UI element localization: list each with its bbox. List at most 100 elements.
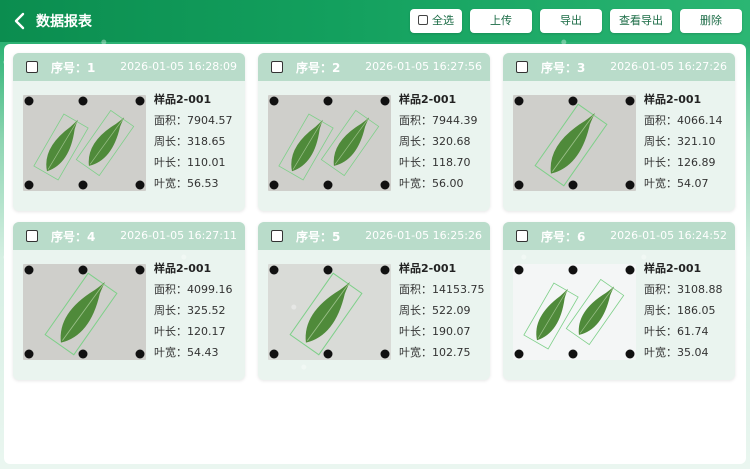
length-row: 叶长：126.89 [644,156,716,169]
length-row: 叶长：190.07 [399,325,471,338]
back-icon[interactable] [10,11,30,31]
sample-name: 样品2-001 [644,93,702,106]
card-header: 序号：4 2026-01-05 16:27:11 [13,222,245,250]
select-all-button[interactable]: 全选 [410,9,462,33]
length-row: 叶长：120.17 [154,325,226,338]
marker-dot [514,180,524,190]
marker-dot [323,96,333,106]
card-header: 序号：1 2026-01-05 16:28:09 [13,53,245,81]
marker-dot [24,180,34,190]
width-row: 叶宽：102.75 [399,346,471,359]
marker-dot [135,180,145,190]
record-seq: 序号：6 [541,230,586,244]
leaf-shape [75,109,135,177]
leaf-photo [24,96,145,190]
marker-dot [514,96,524,106]
leaf-shape [565,278,625,346]
leaf-thumbnail[interactable] [513,95,636,191]
leaf-photo [269,265,390,359]
checkbox-icon [418,15,428,25]
record-info: 样品2-001 面积：4066.14 周长：321.10 叶长：126.89 叶… [644,93,723,198]
record-checkbox[interactable] [516,230,528,242]
record-timestamp: 2026-01-05 16:25:26 [365,229,482,242]
select-all-label: 全选 [432,14,454,27]
record-info: 样品2-001 面积：14153.75 周长：522.09 叶长：190.07 … [399,262,485,367]
record-info: 样品2-001 面积：4099.16 周长：325.52 叶长：120.17 叶… [154,262,233,367]
leaf-shape [320,109,380,177]
leaf-thumbnail[interactable] [23,95,146,191]
length-row: 叶长：110.01 [154,156,226,169]
top-bar: 数据报表 全选 上传 导出 查看导出 删除 [0,0,750,42]
record-timestamp: 2026-01-05 16:27:26 [610,60,727,73]
sample-name: 样品2-001 [644,262,702,275]
marker-dot [380,180,390,190]
card-header: 序号：3 2026-01-05 16:27:26 [503,53,735,81]
leaf-thumbnail[interactable] [513,264,636,360]
record-timestamp: 2026-01-05 16:27:56 [365,60,482,73]
record-info: 样品2-001 面积：7904.57 周长：318.65 叶长：110.01 叶… [154,93,233,198]
width-row: 叶宽：56.53 [154,177,219,190]
record-timestamp: 2026-01-05 16:28:09 [120,60,237,73]
area-row: 面积：3108.88 [644,283,723,296]
marker-dot [323,180,333,190]
record-card[interactable]: 序号：3 2026-01-05 16:27:26 样品2-001 面积：4066… [503,53,735,211]
marker-dot [514,265,524,275]
records-panel: 序号：1 2026-01-05 16:28:09 样品2-001 面积：7904… [4,44,746,464]
leaf-photo [269,96,390,190]
marker-dot [135,96,145,106]
marker-dot [78,96,88,106]
leaf-shape [33,113,89,181]
upload-button[interactable]: 上传 [470,9,532,33]
record-card[interactable]: 序号：1 2026-01-05 16:28:09 样品2-001 面积：7904… [13,53,245,211]
area-row: 面积：4099.16 [154,283,233,296]
record-checkbox[interactable] [516,61,528,73]
record-info: 样品2-001 面积：7944.39 周长：320.68 叶长：118.70 叶… [399,93,478,198]
leaf-shape [534,103,608,187]
marker-dot [625,265,635,275]
area-row: 面积：7904.57 [154,114,233,127]
record-checkbox[interactable] [26,61,38,73]
record-timestamp: 2026-01-05 16:27:11 [120,229,237,242]
marker-dot [24,349,34,359]
leaf-thumbnail[interactable] [268,95,391,191]
leaf-photo [514,96,635,190]
marker-dot [568,96,578,106]
marker-dot [380,265,390,275]
record-card[interactable]: 序号：2 2026-01-05 16:27:56 样品2-001 面积：7944… [258,53,490,211]
record-card[interactable]: 序号：4 2026-01-05 16:27:11 样品2-001 面积：4099… [13,222,245,380]
marker-dot [625,180,635,190]
marker-dot [568,265,578,275]
record-checkbox[interactable] [271,230,283,242]
record-card[interactable]: 序号：6 2026-01-05 16:24:52 样品2-001 面积：3108… [503,222,735,380]
leaf-shape [523,282,579,350]
delete-button[interactable]: 删除 [680,9,742,33]
record-seq: 序号：2 [296,61,341,75]
record-seq: 序号：5 [296,230,341,244]
perimeter-row: 周长：186.05 [644,304,716,317]
leaf-thumbnail[interactable] [23,264,146,360]
marker-dot [135,349,145,359]
record-timestamp: 2026-01-05 16:24:52 [610,229,727,242]
leaf-shape [44,272,118,356]
area-row: 面积：14153.75 [399,283,485,296]
marker-dot [568,180,578,190]
export-button[interactable]: 导出 [540,9,602,33]
record-checkbox[interactable] [26,230,38,242]
width-row: 叶宽：54.43 [154,346,219,359]
sample-name: 样品2-001 [399,93,457,106]
leaf-thumbnail[interactable] [268,264,391,360]
record-checkbox[interactable] [271,61,283,73]
record-seq: 序号：4 [51,230,96,244]
length-row: 叶长：118.70 [399,156,471,169]
perimeter-row: 周长：321.10 [644,135,716,148]
perimeter-row: 周长：522.09 [399,304,471,317]
marker-dot [323,349,333,359]
marker-dot [380,349,390,359]
marker-dot [78,180,88,190]
marker-dot [78,265,88,275]
view-export-button[interactable]: 查看导出 [610,9,672,33]
width-row: 叶宽：56.00 [399,177,464,190]
marker-dot [625,96,635,106]
record-seq: 序号：3 [541,61,586,75]
marker-dot [323,265,333,275]
